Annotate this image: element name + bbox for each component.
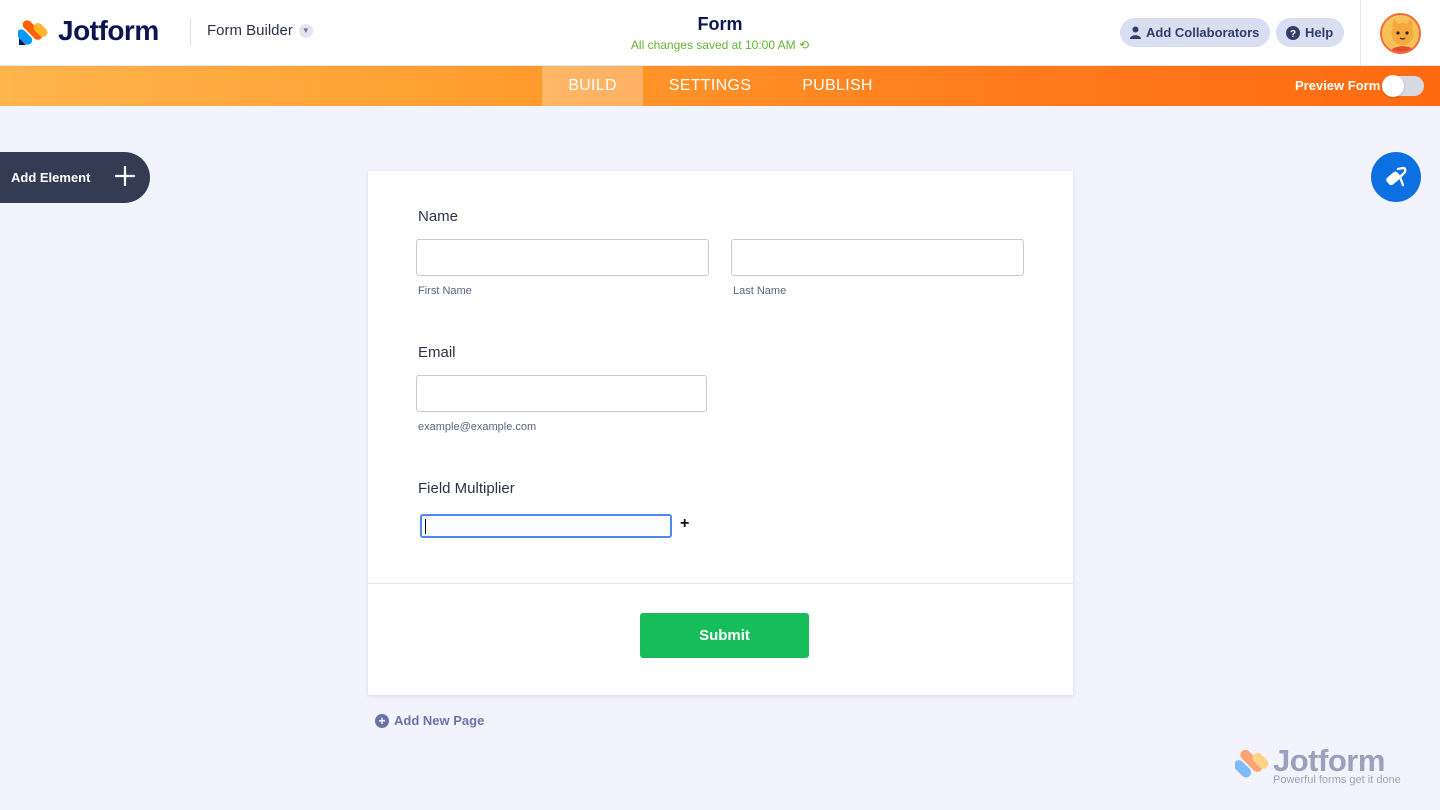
- form-title[interactable]: Form: [570, 14, 870, 35]
- tab-build[interactable]: BUILD: [542, 66, 643, 106]
- tab-publish[interactable]: PUBLISH: [790, 66, 885, 106]
- text-caret: [425, 519, 426, 534]
- header-divider-right: [1360, 0, 1361, 66]
- form-title-block: Form All changes saved at 10:00 AM ⟲: [570, 14, 870, 52]
- preview-form-label: Preview Form: [1295, 78, 1381, 93]
- chevron-down-icon: ▼: [298, 23, 313, 38]
- form-builder-dropdown[interactable]: Form Builder ▼: [207, 22, 313, 39]
- name-label: Name: [418, 208, 459, 225]
- add-new-page-button[interactable]: + Add New Page: [375, 713, 484, 728]
- last-name-input[interactable]: [731, 239, 1024, 276]
- form-card: Name First Name Last Name Email example@…: [368, 171, 1073, 695]
- last-name-sublabel: Last Name: [733, 285, 787, 297]
- builder-nav: BUILD SETTINGS PUBLISH Preview Form: [0, 66, 1440, 106]
- paint-roller-icon: [1386, 166, 1407, 187]
- form-designer-button[interactable]: [1371, 152, 1421, 202]
- jotform-logo[interactable]: Jotform: [18, 15, 159, 47]
- help-button[interactable]: ? Help: [1276, 18, 1345, 47]
- refresh-icon[interactable]: ⟲: [799, 38, 809, 52]
- help-label: Help: [1305, 25, 1334, 40]
- email-input[interactable]: [416, 375, 707, 412]
- add-element-button[interactable]: Add Element: [0, 152, 150, 203]
- preview-form-toggle[interactable]: [1382, 75, 1424, 97]
- tab-settings[interactable]: SETTINGS: [655, 66, 765, 106]
- add-collaborators-button[interactable]: Add Collaborators: [1120, 18, 1271, 47]
- watermark-tagline: Powerful forms get it done: [1273, 774, 1401, 786]
- field-multiplier-input[interactable]: [420, 514, 672, 538]
- add-new-page-label: Add New Page: [394, 713, 485, 728]
- add-collaborators-label: Add Collaborators: [1146, 25, 1260, 40]
- logo-text: Jotform: [58, 15, 159, 46]
- submit-button[interactable]: Submit: [640, 613, 809, 658]
- add-field-button[interactable]: +: [680, 515, 689, 533]
- jotform-logo-icon: [18, 20, 48, 45]
- toggle-knob: [1382, 75, 1404, 97]
- first-name-sublabel: First Name: [418, 285, 472, 297]
- save-status: All changes saved at 10:00 AM ⟲: [570, 38, 870, 52]
- svg-text:?: ?: [1290, 29, 1296, 40]
- add-element-label: Add Element: [11, 170, 91, 185]
- first-name-input[interactable]: [416, 239, 709, 276]
- form-builder-label: Form Builder: [207, 22, 293, 39]
- email-sublabel: example@example.com: [418, 421, 537, 433]
- plus-icon: [114, 165, 136, 187]
- app-header: Jotform Form Builder ▼ Form All changes …: [0, 0, 1440, 66]
- user-icon: [1130, 26, 1141, 39]
- email-label: Email: [418, 344, 456, 361]
- help-icon: ?: [1286, 25, 1300, 40]
- jotform-watermark-icon: [1235, 749, 1269, 778]
- save-status-text: All changes saved at 10:00 AM: [630, 38, 796, 52]
- field-multiplier-label: Field Multiplier: [418, 480, 515, 497]
- header-divider: [190, 18, 191, 46]
- avatar-cat-icon: [1382, 15, 1419, 52]
- user-avatar[interactable]: [1380, 13, 1421, 54]
- plus-circle-icon: +: [375, 713, 389, 728]
- card-divider: [368, 583, 1073, 584]
